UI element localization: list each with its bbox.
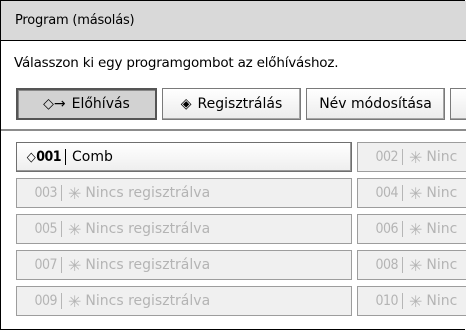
- program-slot-003[interactable]: 003 ✳ Nincs regisztrálva: [16, 178, 352, 208]
- program-number: 003: [17, 185, 62, 201]
- program-number: ◇001: [17, 149, 66, 165]
- program-number: 008: [358, 257, 403, 273]
- program-name: Nincs regisztrálva: [85, 185, 211, 201]
- program-name: Nincs regisztrálva: [85, 257, 211, 273]
- register-icon: ◈: [180, 96, 192, 112]
- program-number: 006: [358, 221, 403, 237]
- unregistered-icon: ✳: [409, 147, 423, 167]
- unregistered-icon: ✳: [409, 255, 423, 275]
- tab-change-name-label: Név módosítása: [319, 96, 432, 112]
- instruction-text: Válasszon ki egy programgombot az előhív…: [14, 55, 339, 71]
- program-slot-002[interactable]: 002 ✳ Ninc: [357, 142, 466, 172]
- tab-register-label: Regisztrálás: [197, 96, 283, 112]
- program-slot-009[interactable]: 009 ✳ Nincs regisztrálva: [16, 286, 352, 316]
- program-number: 010: [358, 293, 403, 309]
- tab-recall[interactable]: ◇→ Előhívás: [16, 88, 157, 120]
- registered-program-icon: ◇: [26, 150, 36, 165]
- unregistered-icon: ✳: [68, 183, 82, 203]
- program-name: Ninc: [426, 257, 458, 273]
- program-name: Nincs regisztrálva: [85, 293, 211, 309]
- tab-more[interactable]: [450, 88, 466, 120]
- unregistered-icon: ✳: [68, 255, 82, 275]
- title-bar: Program (másolás): [1, 1, 466, 41]
- unregistered-icon: ✳: [409, 183, 423, 203]
- program-name: Ninc: [426, 221, 458, 237]
- divider: [1, 129, 466, 131]
- program-number: 009: [17, 293, 62, 309]
- program-number: 005: [17, 221, 62, 237]
- unregistered-icon: ✳: [68, 219, 82, 239]
- program-name: Ninc: [426, 149, 458, 165]
- program-slot-004[interactable]: 004 ✳ Ninc: [357, 178, 466, 208]
- program-number: 002: [358, 149, 403, 165]
- window-title: Program (másolás): [15, 13, 135, 28]
- program-slot-006[interactable]: 006 ✳ Ninc: [357, 214, 466, 244]
- program-slot-001[interactable]: ◇001 Comb: [16, 142, 352, 172]
- unregistered-icon: ✳: [68, 291, 82, 311]
- tab-recall-label: Előhívás: [71, 96, 130, 112]
- program-slot-008[interactable]: 008 ✳ Ninc: [357, 250, 466, 280]
- tab-change-name[interactable]: Név módosítása: [306, 88, 445, 120]
- recall-icon: ◇→: [43, 96, 66, 112]
- program-name: Ninc: [426, 293, 458, 309]
- program-number: 004: [358, 185, 403, 201]
- unregistered-icon: ✳: [409, 291, 423, 311]
- program-slot-010[interactable]: 010 ✳ Ninc: [357, 286, 466, 316]
- unregistered-icon: ✳: [409, 219, 423, 239]
- program-name: Nincs regisztrálva: [85, 221, 211, 237]
- program-number: 007: [17, 257, 62, 273]
- program-slot-005[interactable]: 005 ✳ Nincs regisztrálva: [16, 214, 352, 244]
- program-name: Comb: [72, 149, 113, 165]
- program-slot-007[interactable]: 007 ✳ Nincs regisztrálva: [16, 250, 352, 280]
- tab-register[interactable]: ◈ Regisztrálás: [162, 88, 301, 120]
- program-name: Ninc: [426, 185, 458, 201]
